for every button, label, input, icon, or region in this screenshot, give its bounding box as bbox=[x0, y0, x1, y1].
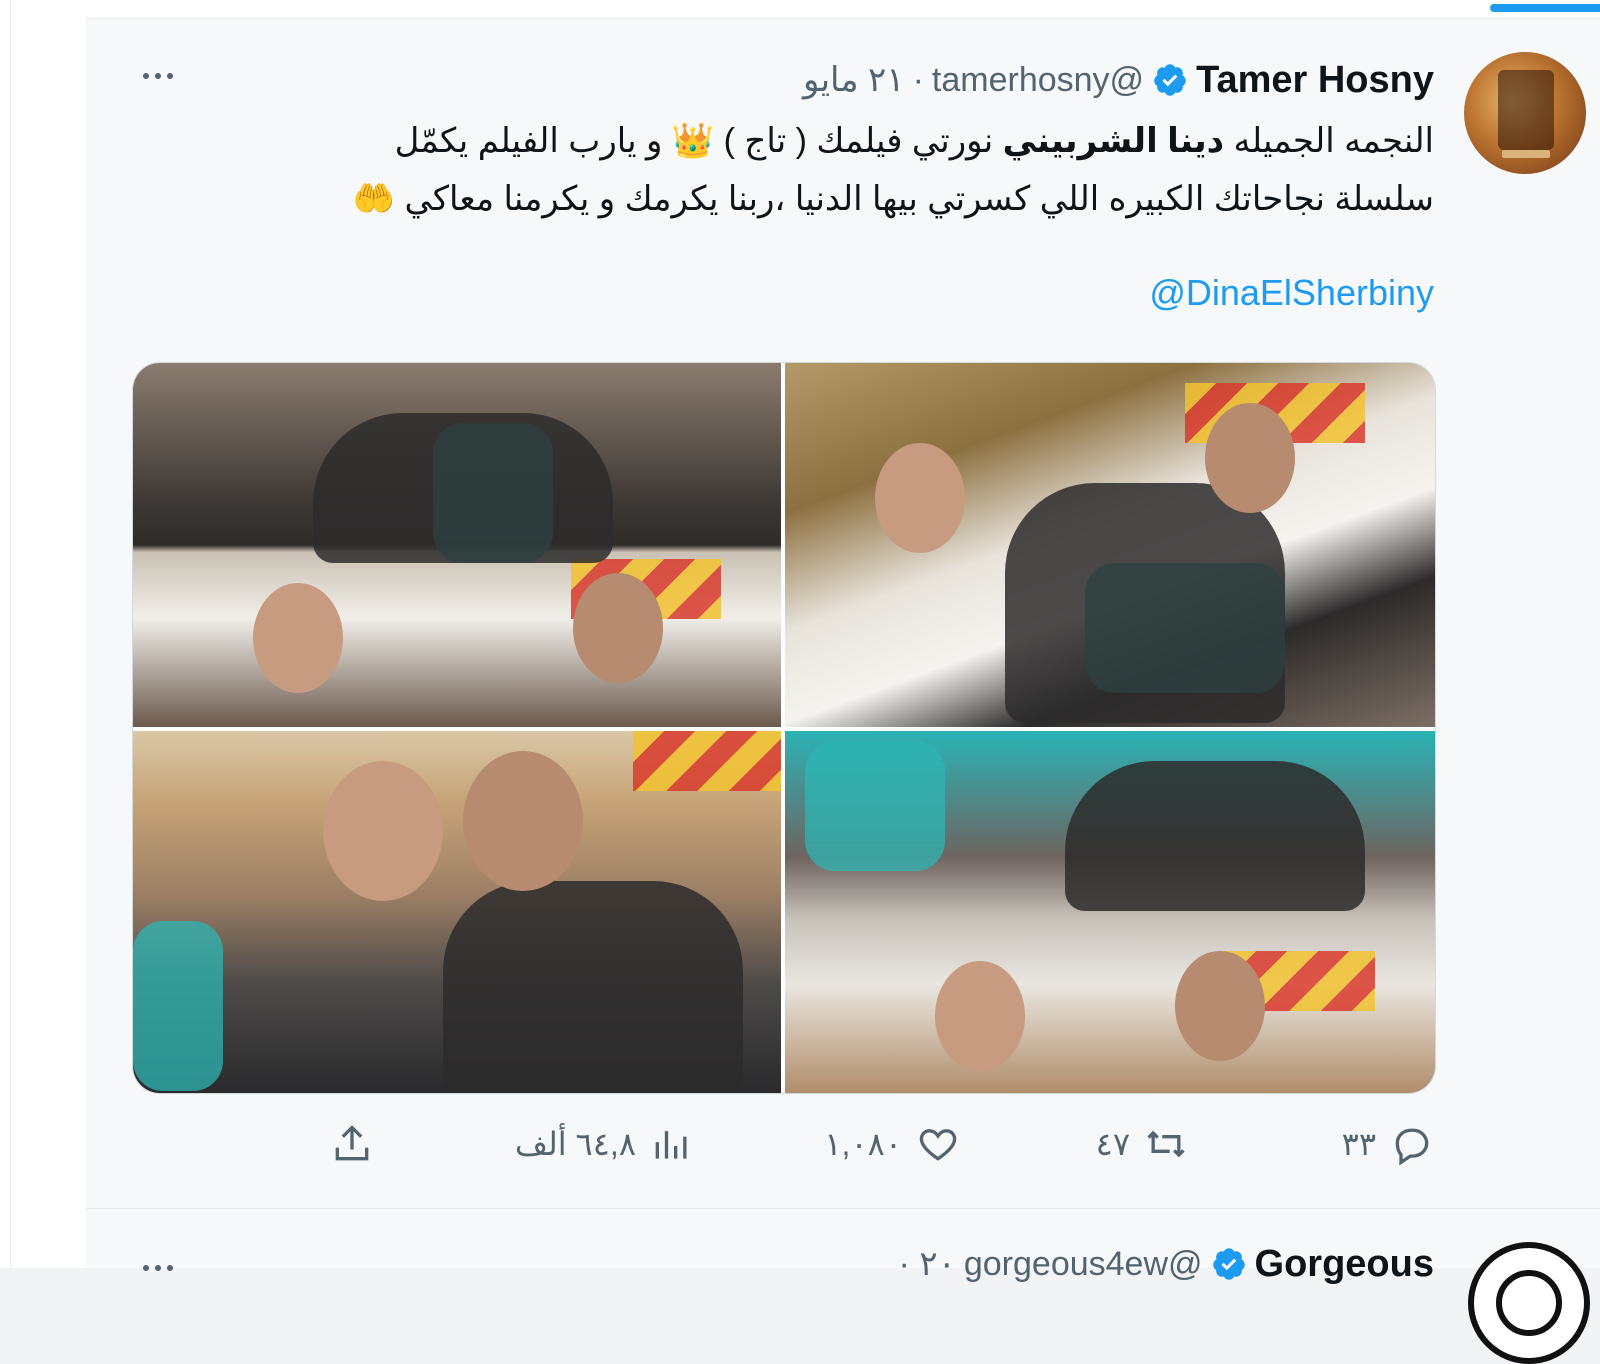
author-handle[interactable]: @tamerhosny bbox=[932, 61, 1144, 100]
more-dots-icon[interactable] bbox=[136, 60, 180, 92]
next-tweet-avatar[interactable] bbox=[1468, 1242, 1590, 1364]
retweet-icon bbox=[1147, 1130, 1185, 1158]
active-tab-indicator bbox=[1490, 4, 1600, 12]
avatar-logo-bar bbox=[1502, 150, 1550, 158]
tweet-header: Tamer Hosny @tamerhosny · ٢١ مايو bbox=[803, 58, 1434, 102]
retweet-button[interactable]: ٤٧ bbox=[1096, 1116, 1188, 1172]
share-icon bbox=[335, 1125, 369, 1161]
mention-link[interactable]: @DinaElSherbiny bbox=[1149, 272, 1434, 314]
tweet-text-line-1: النجمه الجميله دينا الشربيني نورتي فيلمك… bbox=[134, 112, 1434, 170]
verified-badge-icon bbox=[1152, 62, 1188, 98]
tweet-media-grid[interactable] bbox=[132, 362, 1436, 1094]
retweet-count: ٤٧ bbox=[1095, 1126, 1130, 1162]
tweet-text-bold-name: دينا الشربيني bbox=[1002, 122, 1225, 160]
next-tweet-date[interactable]: ٢٠ · bbox=[899, 1244, 956, 1284]
verified-badge-icon bbox=[1211, 1246, 1247, 1282]
share-button[interactable] bbox=[330, 1116, 374, 1172]
tweet-date[interactable]: ٢١ مايو bbox=[803, 60, 905, 100]
tweet-author-avatar[interactable] bbox=[1464, 52, 1586, 174]
reply-icon bbox=[1395, 1128, 1429, 1166]
left-divider bbox=[10, 0, 11, 1268]
tweet-text: النجمه الجميله دينا الشربيني نورتي فيلمك… bbox=[134, 112, 1434, 228]
media-photo-1[interactable] bbox=[133, 363, 781, 727]
more-dots-icon[interactable] bbox=[136, 1252, 180, 1284]
next-author-handle[interactable]: @gorgeous4ew bbox=[964, 1245, 1203, 1284]
like-count: ١,٠٨٠ bbox=[824, 1126, 902, 1162]
top-tab-bar bbox=[86, 0, 1600, 19]
like-button[interactable]: ١,٠٨٠ bbox=[824, 1116, 960, 1172]
tweet-text-part: النجمه الجميله bbox=[1233, 122, 1435, 160]
avatar-logo-mark bbox=[1498, 70, 1554, 150]
header-separator: · bbox=[912, 60, 924, 99]
reply-count: ٣٣ bbox=[1341, 1126, 1376, 1162]
views-button[interactable]: ٦٤,٨ ألف bbox=[515, 1116, 694, 1172]
tweet-text-line-2: سلسلة نجاحاتك الكبيره اللي كسرتي بيها ال… bbox=[352, 180, 1434, 218]
next-tweet-header: Gorgeous @gorgeous4ew ٢٠ · bbox=[899, 1242, 1434, 1286]
reply-button[interactable]: ٣٣ bbox=[1342, 1116, 1434, 1172]
media-photo-2[interactable] bbox=[785, 363, 1435, 727]
media-photo-3[interactable] bbox=[133, 731, 781, 1093]
author-display-name[interactable]: Tamer Hosny bbox=[1196, 59, 1434, 102]
heart-icon bbox=[919, 1129, 957, 1161]
views-count: ٦٤,٨ ألف bbox=[514, 1126, 636, 1162]
next-author-display-name[interactable]: Gorgeous bbox=[1255, 1243, 1434, 1286]
tweet-divider bbox=[86, 1208, 1600, 1209]
views-chart-icon bbox=[655, 1131, 687, 1159]
tweet-action-bar: ٣٣ ٤٧ ١,٠٨٠ ٦٤,٨ ألف bbox=[86, 1108, 1600, 1180]
media-photo-4[interactable] bbox=[785, 731, 1435, 1093]
left-sidebar-panel bbox=[0, 0, 86, 1268]
tweet-text-part: نورتي فيلمك ( تاج ) 👑 و يارب الفيلم يكمّ… bbox=[394, 122, 994, 160]
